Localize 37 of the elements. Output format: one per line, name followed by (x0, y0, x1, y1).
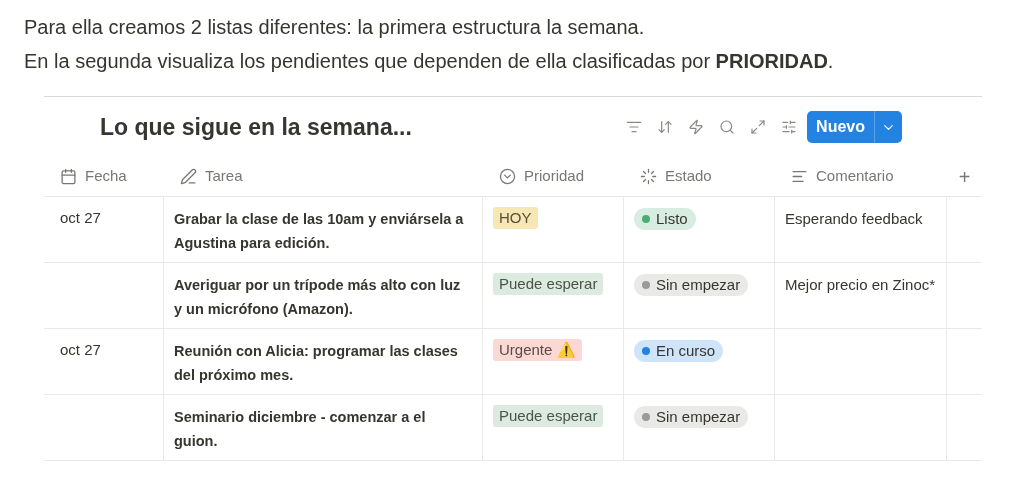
column-header[interactable]: Comentario (816, 165, 894, 188)
priority-tag: Puede esperar (493, 273, 604, 295)
intro-text: En la segunda visualiza los pendientes que dependen de ella clasificadas por PRIORIDAD. (24, 49, 835, 74)
task-title: Reunión con Alicia: programar las clases del próximo mes. (174, 342, 459, 385)
status-label: Sin empezar (656, 407, 741, 427)
priority-tag: Puede esperar (493, 405, 604, 427)
task-title: Seminario diciembre - comenzar a el guion. (174, 408, 427, 451)
status-label: En curso (656, 341, 716, 361)
expand-icon[interactable] (750, 119, 767, 135)
column-header[interactable]: Tarea (205, 165, 243, 188)
status-label: Sin empezar (656, 275, 741, 295)
text-lines-icon (791, 168, 808, 185)
sort-icon[interactable] (657, 119, 674, 135)
loader-icon (640, 168, 657, 185)
new-button[interactable]: Nuevo (807, 111, 902, 143)
column-header[interactable]: Fecha (85, 165, 127, 188)
database-title: Lo que sigue en la semana... (100, 112, 413, 142)
search-icon[interactable] (719, 119, 736, 135)
column-header[interactable]: Prioridad (524, 165, 585, 188)
intro-text: Para ella creamos 2 listas diferentes: la primera estructura la semana. (24, 15, 646, 40)
filter-icon[interactable] (626, 119, 643, 135)
pen-icon (180, 168, 197, 185)
comment-text: Mejor precio en Zinoc* (785, 275, 936, 295)
calendar-icon (60, 168, 77, 185)
status-label: Listo (656, 209, 688, 229)
task-title: Grabar la clase de las 10am y enviársela a Agustina para edición. (174, 210, 465, 253)
task-title: Averiguar por un trípode más alto con luz y un micrófono (Amazon). (174, 276, 462, 319)
add-column-button[interactable]: + (958, 166, 971, 187)
lightning-icon[interactable] (688, 119, 705, 135)
priority-tag: HOY (493, 207, 538, 229)
date-cell: oct 27 (60, 341, 101, 358)
column-header[interactable]: Estado (665, 165, 712, 188)
date-cell: oct 27 (60, 209, 101, 226)
comment-text: Esperando feedback (785, 209, 924, 229)
settings-icon[interactable] (781, 119, 798, 135)
dropdown-icon (499, 168, 516, 185)
priority-tag: Urgente ⚠ (493, 339, 582, 361)
